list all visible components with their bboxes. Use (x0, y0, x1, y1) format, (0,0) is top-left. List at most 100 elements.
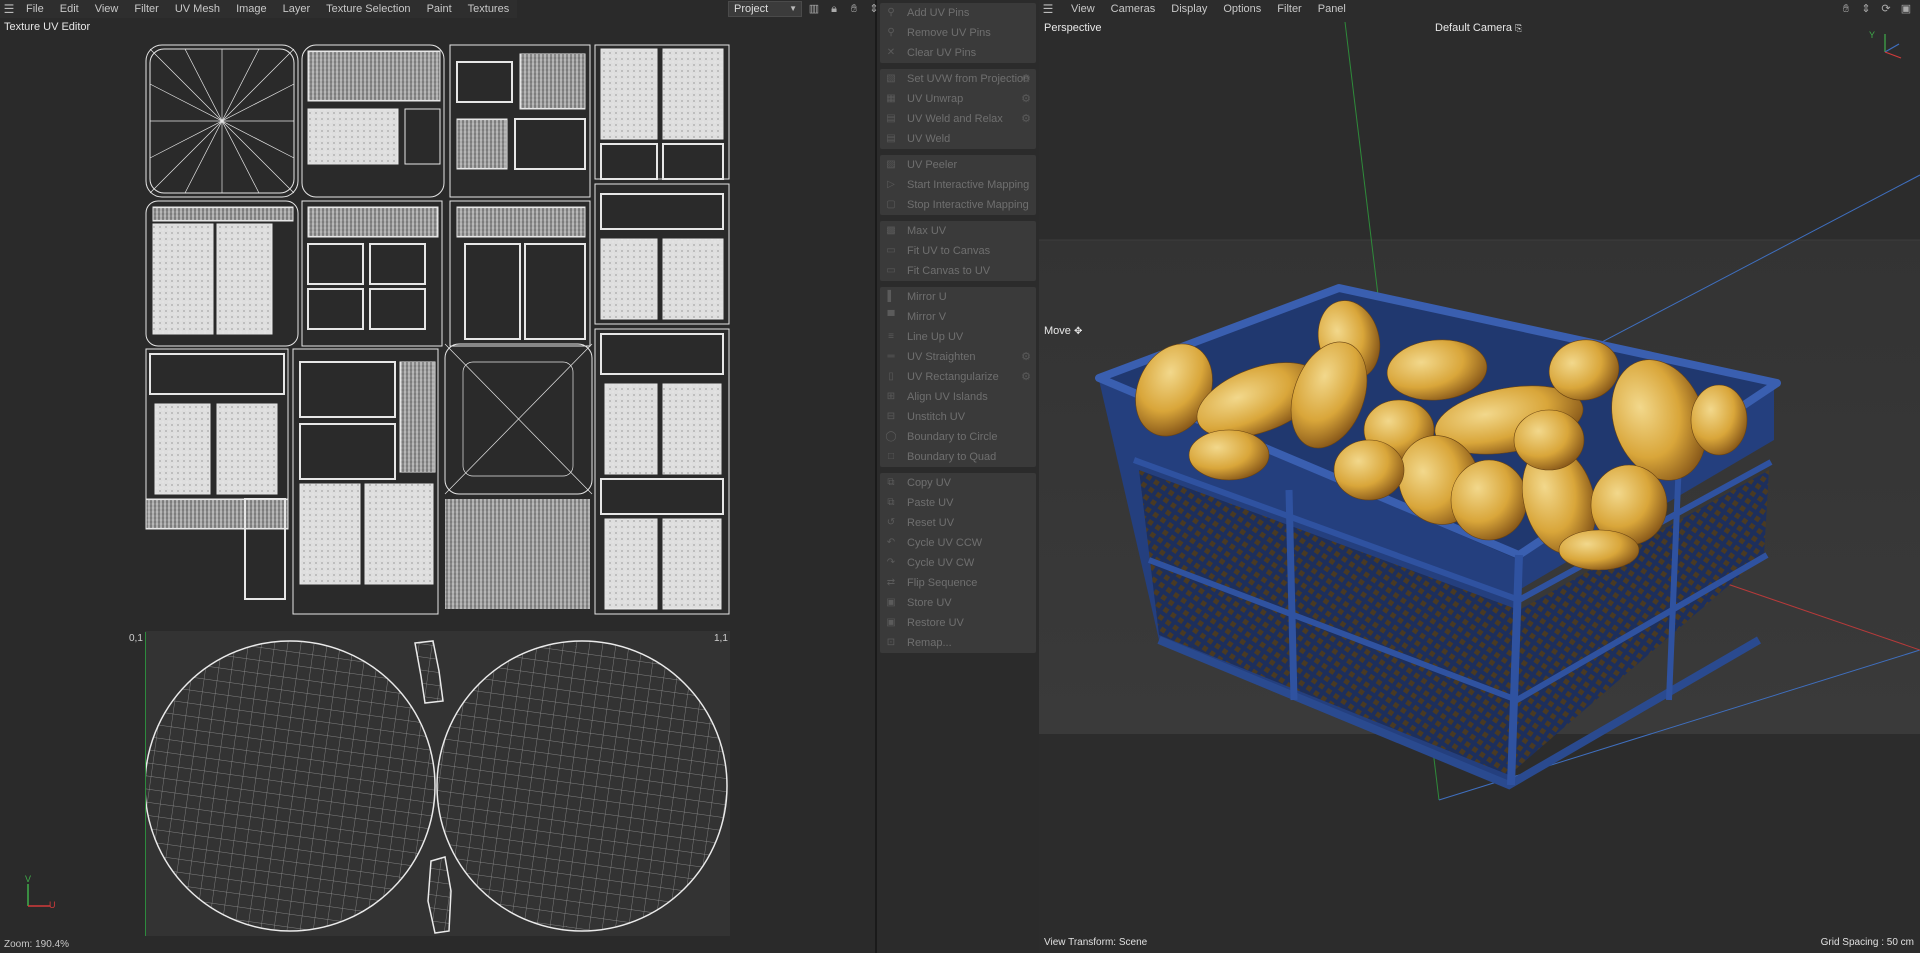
x-icon: ✕ (886, 47, 896, 58)
command-label: Clear UV Pins (907, 47, 977, 59)
command-mirror-u[interactable]: ▌ Mirror U (880, 287, 1036, 307)
lock-icon[interactable]: 🔒︎ (826, 1, 842, 17)
command-fit-uv-to-canvas[interactable]: ▭ Fit UV to Canvas (880, 241, 1036, 261)
straighten-icon: ═ (887, 351, 895, 362)
command-restore-uv[interactable]: ▣ Restore UV (880, 613, 1036, 633)
command-cycle-uv-ccw[interactable]: ↶ Cycle UV CCW (880, 533, 1036, 553)
command-remove-uv-pins[interactable]: ⚲ Remove UV Pins (880, 23, 1036, 43)
view-transform-status: View Transform: Scene (1044, 937, 1148, 948)
uv-menu-edit[interactable]: Edit (52, 0, 87, 18)
command-label: UV Straighten (907, 351, 976, 363)
command-uv-rectangularize[interactable]: ▯ UV Rectangularize ⚙ (880, 367, 1036, 387)
command-flip-sequence[interactable]: ⇄ Flip Sequence (880, 573, 1036, 593)
gear-icon[interactable]: ⚙ (1020, 113, 1032, 125)
command-group: ⚲ Add UV Pins ⚲ Remove UV Pins ✕ Clear UV Pin… (880, 3, 1036, 63)
command-align-uv-islands[interactable]: ⊞ Align UV Islands (880, 387, 1036, 407)
uv-menu-file[interactable]: File (18, 0, 52, 18)
command-label: UV Peeler (907, 159, 958, 171)
viewport-menu-filter[interactable]: Filter (1269, 0, 1309, 18)
uv-fruit-islands-canvas[interactable] (144, 631, 730, 936)
command-remap[interactable]: ⊡ Remap... (880, 633, 1036, 653)
uv-menu-image[interactable]: Image (228, 0, 275, 18)
uv-menu-view[interactable]: View (87, 0, 127, 18)
command-boundary-to-quad[interactable]: □ Boundary to Quad (880, 447, 1036, 467)
uv-editor-panel: ☰ File Edit View Filter UV Mesh Image Layer Tex… (0, 0, 879, 953)
uv-command-palette: ⚲ Add UV Pins ⚲ Remove UV Pins ✕ Clear UV Pin… (877, 0, 1039, 953)
weld-icon: ▤ (886, 133, 896, 144)
fit-icon: ▭ (886, 265, 896, 276)
command-paste-uv[interactable]: ⧉ Paste UV (880, 493, 1036, 513)
camera-name: Default Camera (1435, 22, 1513, 34)
command-unstitch-uv[interactable]: ⊟ Unstitch UV (880, 407, 1036, 427)
viewport-menu-panel[interactable]: Panel (1310, 0, 1354, 18)
command-add-uv-pins[interactable]: ⚲ Add UV Pins (880, 3, 1036, 23)
command-start-interactive-mapping[interactable]: ▷ Start Interactive Mapping (880, 175, 1036, 195)
command-group: ▩ Max UV ▭ Fit UV to Canvas ▭ Fit Canvas to U… (880, 221, 1036, 281)
command-boundary-to-circle[interactable]: ◯ Boundary to Circle (880, 427, 1036, 447)
active-tool-label: Move ✥ (1044, 325, 1082, 337)
dolly-arrows-icon[interactable]: ⇕ (1858, 1, 1874, 17)
hamburger-icon[interactable]: ☰ (1039, 0, 1057, 18)
perspective-viewport[interactable]: ☰ View Cameras Display Options Filter Panel ✋… (1039, 0, 1920, 953)
uv-command-groups: ⚲ Add UV Pins ⚲ Remove UV Pins ✕ Clear UV Pin… (877, 3, 1039, 653)
pan-hand-icon[interactable]: ✋︎ (846, 1, 862, 17)
command-uv-unwrap[interactable]: ▦ UV Unwrap ⚙ (880, 89, 1036, 109)
viewport-menu-view[interactable]: View (1063, 0, 1103, 18)
v-axis-label: V (25, 874, 32, 884)
projection-icon: ▧ (886, 73, 896, 84)
maximize-icon[interactable]: ▣ (1898, 1, 1914, 17)
command-label: UV Weld and Relax (907, 113, 1003, 125)
uv-menu-textures[interactable]: Textures (460, 0, 518, 18)
camera-label[interactable]: Default Camera ⎘ (1435, 22, 1522, 34)
command-uv-weld[interactable]: ▤ UV Weld (880, 129, 1036, 149)
uv-layout-canvas[interactable] (145, 44, 730, 619)
command-uv-straighten[interactable]: ═ UV Straighten ⚙ (880, 347, 1036, 367)
command-group: ⧉ Copy UV ⧉ Paste UV ↺ Reset UV ↶ Cycle UV CCW ↷… (880, 473, 1036, 653)
uv-corner-top-left: 0,1 (129, 633, 143, 644)
max-icon: ▩ (886, 225, 896, 236)
pan-hand-icon[interactable]: ✋︎ (1838, 1, 1854, 17)
command-label: Set UVW from Projection (907, 73, 1030, 85)
command-max-uv[interactable]: ▩ Max UV (880, 221, 1036, 241)
command-cycle-uv-cw[interactable]: ↷ Cycle UV CW (880, 553, 1036, 573)
command-mirror-v[interactable]: ▀ Mirror V (880, 307, 1036, 327)
project-dropdown[interactable]: Project ▼ (728, 1, 802, 17)
command-label: Boundary to Circle (907, 431, 998, 443)
viewport-menu-cameras[interactable]: Cameras (1103, 0, 1164, 18)
command-clear-uv-pins[interactable]: ✕ Clear UV Pins (880, 43, 1036, 63)
uv-menu-uv-mesh[interactable]: UV Mesh (167, 0, 228, 18)
gear-icon[interactable]: ⚙ (1020, 371, 1032, 383)
command-label: Restore UV (907, 617, 964, 629)
command-uv-weld-and-relax[interactable]: ▤ UV Weld and Relax ⚙ (880, 109, 1036, 129)
projection-label: Perspective (1044, 22, 1102, 34)
command-label: Mirror V (907, 311, 947, 323)
command-copy-uv[interactable]: ⧉ Copy UV (880, 473, 1036, 493)
uv-menu-texture-selection[interactable]: Texture Selection (318, 0, 418, 18)
viewport-menu-display[interactable]: Display (1163, 0, 1215, 18)
hamburger-icon[interactable]: ☰ (0, 0, 18, 18)
uv-menu-filter[interactable]: Filter (126, 0, 166, 18)
gear-icon[interactable]: ⚙ (1020, 73, 1032, 85)
gear-icon[interactable]: ⚙ (1020, 351, 1032, 363)
command-fit-canvas-to-uv[interactable]: ▭ Fit Canvas to UV (880, 261, 1036, 281)
rotate-icon[interactable]: ⟳ (1878, 1, 1894, 17)
uv-menu-paint[interactable]: Paint (419, 0, 460, 18)
uv-menu-items: File Edit View Filter UV Mesh Image Layer Textu… (18, 0, 517, 18)
command-set-uvw-from-projection[interactable]: ▧ Set UVW from Projection ⚙ (880, 69, 1036, 89)
command-label: Copy UV (907, 477, 952, 489)
pin-icon: ⚲ (887, 7, 895, 18)
command-reset-uv[interactable]: ↺ Reset UV (880, 513, 1036, 533)
command-stop-interactive-mapping[interactable]: ▢ Stop Interactive Mapping (880, 195, 1036, 215)
weld-icon: ▤ (886, 113, 896, 124)
command-label: Fit Canvas to UV (907, 265, 991, 277)
gear-icon[interactable]: ⚙ (1020, 93, 1032, 105)
histogram-icon[interactable]: ▥ (806, 1, 822, 17)
command-uv-peeler[interactable]: ▨ UV Peeler (880, 155, 1036, 175)
command-store-uv[interactable]: ▣ Store UV (880, 593, 1036, 613)
remap-icon: ⊡ (886, 637, 896, 648)
command-line-up-uv[interactable]: ≡ Line Up UV (880, 327, 1036, 347)
command-label: Start Interactive Mapping (907, 179, 1030, 191)
command-label: Mirror U (907, 291, 947, 303)
viewport-menu-options[interactable]: Options (1215, 0, 1269, 18)
uv-menu-layer[interactable]: Layer (275, 0, 319, 18)
